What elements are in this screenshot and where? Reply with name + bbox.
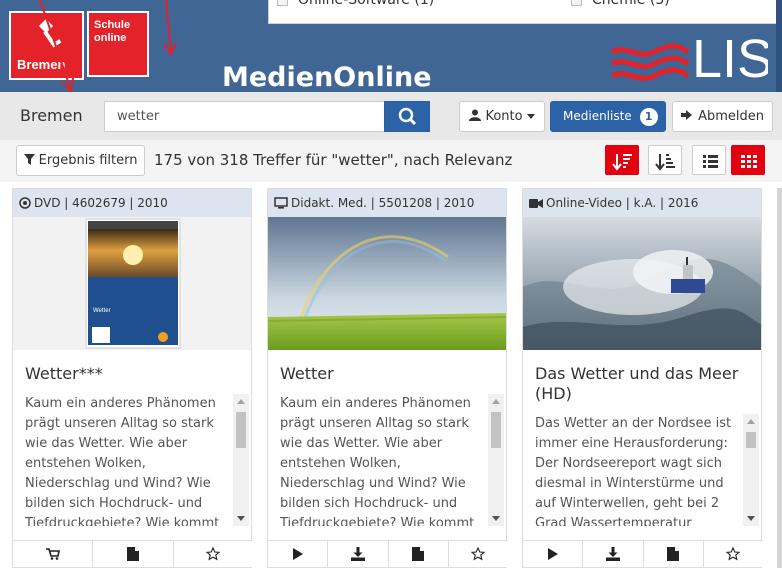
card-description: Kaum ein anderes Phänomen prägt unseren … [13, 394, 253, 526]
star-icon [471, 547, 486, 561]
account-button[interactable]: Konto [459, 101, 545, 132]
account-button-label: Konto [485, 109, 523, 124]
bookmark-button[interactable] [703, 541, 763, 567]
header-banner: Bremen Schule online MedienOnline Online… [0, 0, 782, 92]
stormy-sea-ship-image [523, 217, 761, 350]
card-title[interactable]: Wetter*** [13, 350, 251, 384]
card-cover-image[interactable] [523, 217, 761, 350]
card-description-text: Das Wetter an der Nordsee ist immer eine… [535, 416, 732, 526]
checkbox-icon[interactable] [277, 0, 288, 6]
media-list-button[interactable]: Medienliste 1 [550, 101, 666, 132]
search-icon [398, 107, 417, 126]
star-icon [206, 547, 221, 561]
card-description-text: Kaum ein anderes Phänomen prägt unseren … [25, 396, 220, 526]
schule-online-line2: online [94, 32, 127, 44]
monitor-icon [274, 197, 288, 209]
card-title[interactable]: Das Wetter und das Meer (HD) [523, 350, 761, 404]
dropdown-option[interactable]: Online-Software (1) [277, 0, 434, 8]
grid-view-icon [741, 155, 757, 168]
logout-button[interactable]: Abmelden [672, 101, 773, 132]
dropdown-option[interactable]: Chemie (3) [571, 0, 670, 8]
category-dropdown-peek: Online-Software (1) Chemie (3) [268, 0, 781, 24]
card-actions [523, 540, 763, 567]
description-scrollbar[interactable] [488, 394, 504, 526]
media-list-count-badge: 1 [639, 108, 658, 126]
list-view-button[interactable] [692, 145, 726, 175]
card-title[interactable]: Wetter [268, 350, 506, 384]
region-label: Bremen [20, 106, 83, 125]
play-icon [292, 548, 303, 560]
description-scrollbar[interactable] [743, 414, 759, 526]
filter-results-label: Ergebnis filtern [38, 153, 138, 168]
region-label-box: Bremen [0, 92, 93, 140]
card-meta: DVD | 4602679 | 2010 [13, 189, 251, 217]
checkbox-icon[interactable] [571, 0, 582, 6]
card-cover-image[interactable] [268, 217, 506, 350]
sort-descending-button[interactable] [605, 145, 639, 175]
card-cover-image[interactable]: Wetter [13, 217, 251, 350]
bookmark-button[interactable] [173, 541, 253, 567]
dvd-cover-image: Wetter [85, 218, 181, 349]
download-icon [350, 547, 365, 561]
list-view-icon [703, 155, 718, 168]
page-scrollbar[interactable] [777, 188, 782, 568]
rainbow-landscape-image [268, 217, 506, 350]
download-icon [605, 547, 620, 561]
star-icon [726, 547, 741, 561]
annotation-arrow-right [163, 0, 177, 57]
card-description: Das Wetter an der Nordsee ist immer eine… [523, 414, 763, 526]
lis-logo-text: LIS [692, 29, 768, 86]
annotation-arrow-left [39, 0, 74, 92]
card-actions [13, 540, 253, 567]
file-icon [126, 547, 139, 561]
card-description-text: Kaum ein anderes Phänomen prägt unseren … [280, 396, 475, 526]
file-icon [667, 547, 680, 561]
details-button[interactable] [643, 541, 704, 567]
card-meta: Online-Video | k.A. | 2016 [523, 189, 761, 217]
result-card[interactable]: Didakt. Med. | 5501208 | 2010 Wetter Kau… [267, 188, 508, 568]
card-description: Kaum ein anderes Phänomen prägt unseren … [268, 394, 508, 526]
lis-logo: LIS [610, 29, 768, 86]
page-title: MedienOnline [222, 62, 432, 92]
disc-icon [19, 197, 31, 209]
cover-title: Wetter [93, 308, 111, 314]
result-card[interactable]: Online-Video | k.A. | 2016 Das Wetter un… [522, 188, 763, 568]
search-button[interactable] [384, 101, 430, 132]
schule-online-logo[interactable]: Schule online [87, 11, 149, 77]
download-button[interactable] [583, 541, 644, 567]
description-scrollbar[interactable] [233, 394, 249, 526]
download-button[interactable] [328, 541, 389, 567]
cart-icon [45, 548, 60, 560]
details-button[interactable] [93, 541, 174, 567]
user-icon [469, 109, 482, 121]
file-icon [412, 547, 425, 561]
play-icon [547, 548, 558, 560]
caret-down-icon [526, 114, 535, 119]
media-list-label: Medienliste [563, 109, 632, 123]
logout-icon [680, 110, 692, 120]
sort-ascending-button[interactable] [648, 145, 682, 175]
logout-label: Abmelden [698, 109, 765, 124]
sort-descending-icon [612, 154, 632, 171]
card-meta: Didakt. Med. | 5501208 | 2010 [268, 189, 506, 217]
sort-ascending-icon [655, 154, 675, 171]
schule-online-line1: Schule [94, 19, 131, 31]
result-count-text: 175 von 318 Treffer für "wetter", nach R… [154, 151, 513, 169]
grid-view-button[interactable] [731, 145, 765, 175]
card-actions [268, 540, 508, 567]
filter-results-button[interactable]: Ergebnis filtern [16, 145, 145, 176]
play-button[interactable] [268, 541, 329, 567]
play-button[interactable] [523, 541, 584, 567]
bookmark-button[interactable] [448, 541, 508, 567]
details-button[interactable] [388, 541, 449, 567]
result-card[interactable]: DVD | 4602679 | 2010 Wetter Wetter*** Ka… [12, 188, 253, 568]
filter-icon [23, 154, 35, 165]
order-button[interactable] [13, 541, 94, 567]
video-camera-icon [529, 199, 543, 208]
search-input[interactable]: wetter [104, 101, 385, 132]
